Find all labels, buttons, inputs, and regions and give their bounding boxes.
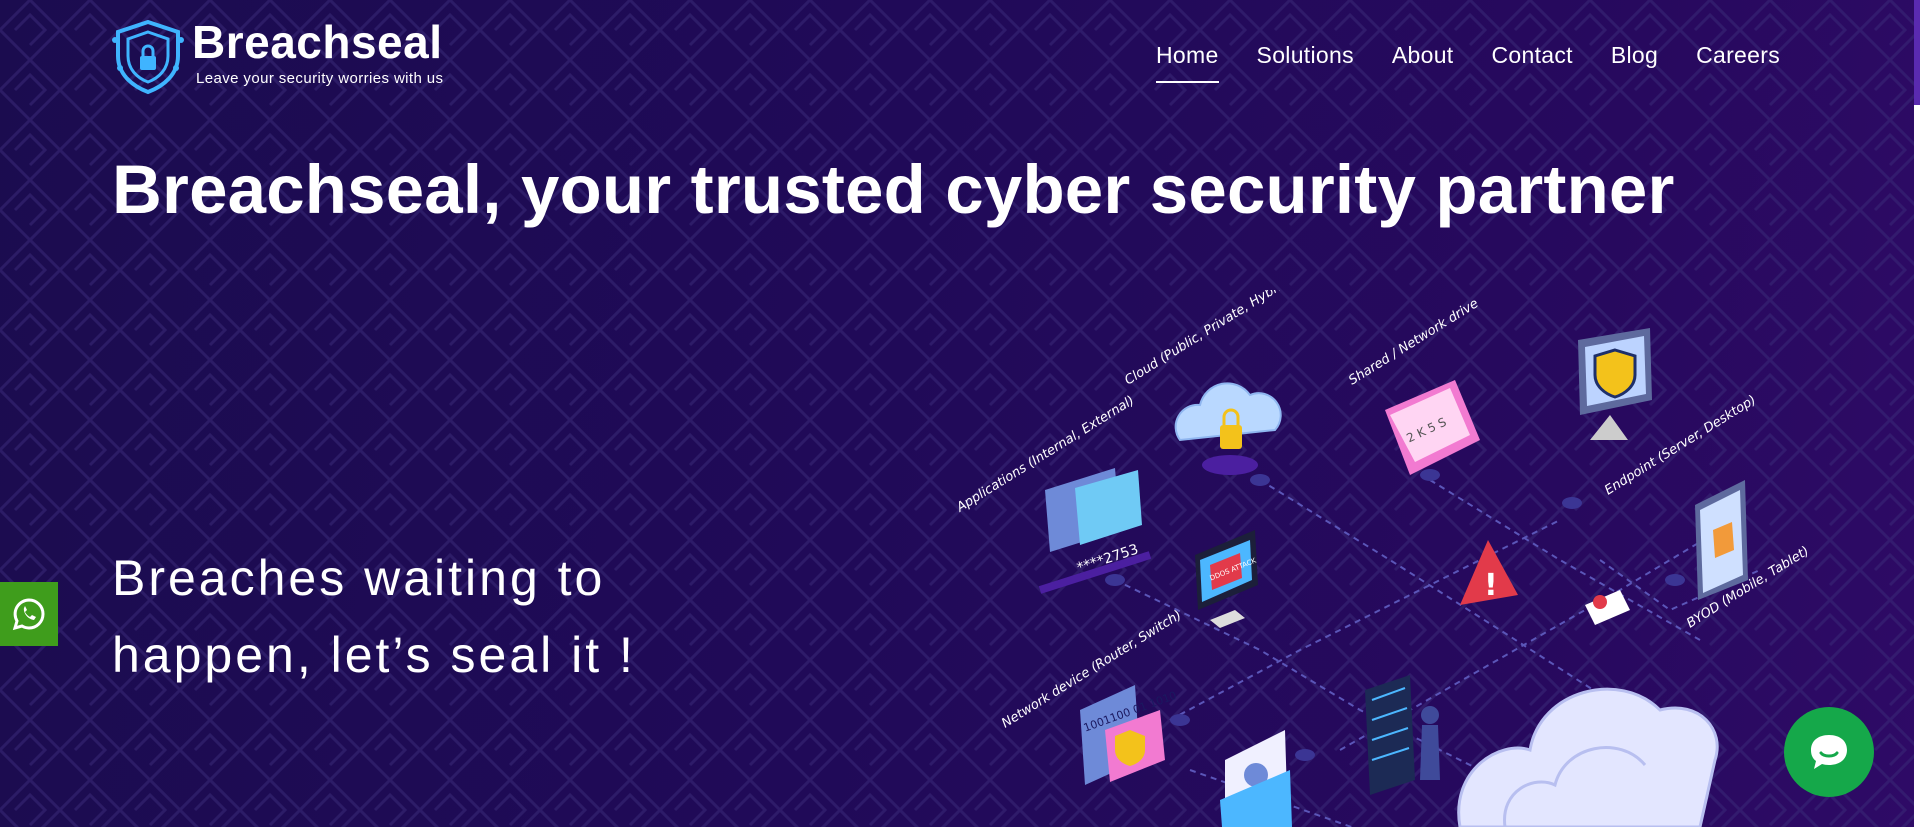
shield-lock-icon	[112, 19, 184, 95]
nav-blog[interactable]: Blog	[1611, 42, 1658, 83]
cloud-lock-icon	[1174, 382, 1282, 475]
chat-bubble-icon	[1811, 735, 1847, 769]
server-rack-icon	[1365, 675, 1440, 795]
ddos-attack-monitor-icon: DDOS ATTACK	[1195, 530, 1258, 628]
scrollbar-thumb[interactable]	[1914, 105, 1920, 827]
phishing-email-icon	[1220, 730, 1292, 827]
label-endpoint: Endpoint (Server, Desktop)	[1602, 393, 1759, 499]
shared-folder-icon: 2 K 5 S	[1385, 380, 1480, 475]
hero-tagline-line1: Breaches waiting to	[112, 550, 606, 606]
brand-logo-link[interactable]: Breachseal Leave your security worries w…	[110, 18, 443, 96]
main-nav: Home Solutions About Contact Blog Career…	[1155, 42, 1780, 83]
label-shared-drive: Shared / Network drive	[1346, 296, 1481, 388]
network-device-icon: 1001100 01 1010	[1080, 685, 1178, 785]
nav-careers[interactable]: Careers	[1696, 42, 1780, 83]
large-cloud-icon	[1457, 687, 1719, 827]
hero-title: Breachseal, your trusted cyber security …	[112, 151, 1675, 228]
chat-button[interactable]	[1784, 707, 1874, 797]
scrollbar-track-top	[1914, 0, 1920, 105]
whatsapp-icon	[12, 598, 45, 631]
hero-tagline: Breaches waiting to happen, let’s seal i…	[112, 540, 636, 694]
whatsapp-button[interactable]	[0, 582, 58, 646]
nav-solutions[interactable]: Solutions	[1257, 42, 1354, 83]
nav-home[interactable]: Home	[1155, 42, 1219, 83]
monitor-shield-icon	[1578, 328, 1652, 440]
brand-tagline: Leave your security worries with us	[196, 70, 444, 87]
nav-about[interactable]: About	[1392, 42, 1454, 83]
mobile-fingerprint-icon	[1695, 480, 1748, 600]
svg-text:!: !	[1484, 568, 1498, 603]
hero-tagline-line2: happen, let’s seal it !	[112, 627, 636, 683]
brand-name: Breachseal	[192, 16, 443, 68]
nav-contact[interactable]: Contact	[1491, 42, 1572, 83]
security-network-illustration: 2 K 5 S ****2753 DDOS ATTACK ! 1001100 0…	[953, 290, 1812, 827]
warning-icon: !	[1460, 540, 1518, 605]
label-cloud: Cloud (Public, Private, Hybrid)	[1122, 290, 1295, 388]
credit-card-icon: ****2753	[1038, 468, 1152, 594]
